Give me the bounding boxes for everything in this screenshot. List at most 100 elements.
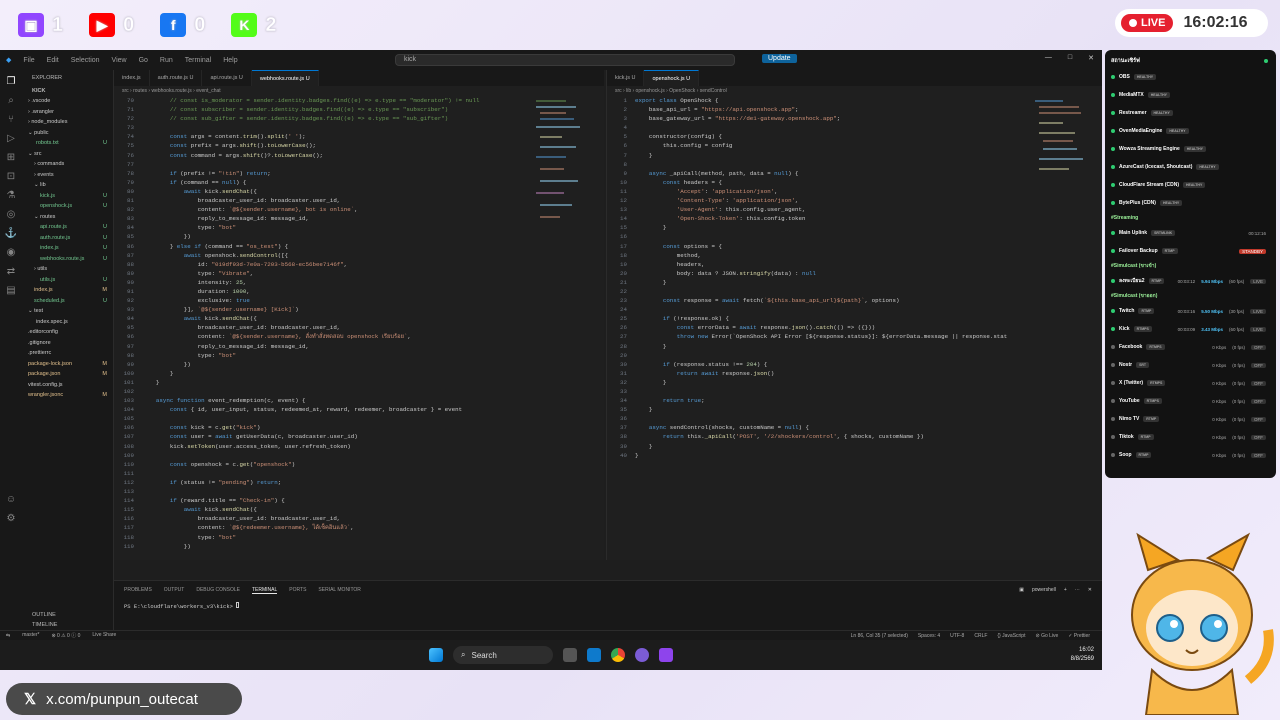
file-tree-item[interactable]: › utils bbox=[22, 264, 113, 275]
menu-selection[interactable]: Selection bbox=[65, 57, 106, 64]
file-tree-item[interactable]: ⌄ routes bbox=[22, 212, 113, 223]
service-row: OBS HEALTHY bbox=[1111, 68, 1270, 86]
terminal-shell-label[interactable]: powershell bbox=[1032, 587, 1056, 593]
explorer-root-folder[interactable]: KICK bbox=[22, 86, 113, 96]
app-taskbar-icon[interactable] bbox=[659, 648, 673, 662]
maximize-icon[interactable]: □ bbox=[1068, 54, 1072, 62]
panel-tab-terminal[interactable]: TERMINAL bbox=[251, 587, 278, 594]
explorer-icon[interactable]: ❐ bbox=[7, 76, 16, 87]
accounts-icon[interactable]: ☺ bbox=[6, 494, 16, 505]
file-tree-item[interactable]: › .wrangler bbox=[22, 107, 113, 118]
file-tree-item[interactable]: ⌄ public bbox=[22, 128, 113, 139]
menu-help[interactable]: Help bbox=[217, 57, 243, 64]
timeline-section[interactable]: TIMELINE bbox=[22, 620, 57, 630]
status-item[interactable]: Ln 86, Col 35 (7 selected) bbox=[851, 633, 908, 639]
status-item[interactable]: ✓ Prettier bbox=[1068, 633, 1090, 639]
file-tree-item[interactable]: › commands bbox=[22, 159, 113, 170]
status-item[interactable]: {} JavaScript bbox=[997, 633, 1025, 639]
panel-tab-output[interactable]: OUTPUT bbox=[164, 587, 185, 594]
file-tree-item[interactable]: › .vscode bbox=[22, 96, 113, 107]
menu-terminal[interactable]: Terminal bbox=[179, 57, 217, 64]
taskbar-clock[interactable]: 16:02 8/8/2569 bbox=[1071, 646, 1094, 664]
code-editor-left[interactable]: 70 // const is_moderator = sender.identi… bbox=[114, 96, 604, 551]
file-tree-item[interactable]: .gitignore bbox=[22, 338, 113, 349]
windows-start-icon[interactable] bbox=[429, 648, 443, 662]
file-tree-item[interactable]: ⌄ test bbox=[22, 306, 113, 317]
file-tree-item[interactable]: ⌄ src bbox=[22, 149, 113, 160]
status-item[interactable]: CRLF bbox=[974, 633, 987, 639]
file-tree-item[interactable]: scheduled.js U bbox=[22, 296, 113, 307]
editor-tab[interactable]: api.route.js U bbox=[202, 70, 252, 86]
file-tree-item[interactable]: package-lock.json M bbox=[22, 359, 113, 370]
source-control-icon[interactable]: ⑂ bbox=[8, 114, 14, 125]
task-view-icon[interactable] bbox=[563, 648, 577, 662]
file-tree-item[interactable]: wrangler.jsonc M bbox=[22, 390, 113, 401]
file-tree-item[interactable]: vitest.config.js bbox=[22, 380, 113, 391]
status-item[interactable]: Spaces: 4 bbox=[918, 633, 940, 639]
file-tree-item[interactable]: index.js M bbox=[22, 285, 113, 296]
database-icon[interactable]: ▤ bbox=[6, 285, 15, 296]
panel-tab-problems[interactable]: PROBLEMS bbox=[124, 587, 152, 594]
editor-tab[interactable]: index.js bbox=[114, 70, 150, 86]
update-button[interactable]: Update bbox=[762, 54, 797, 63]
settings-gear-icon[interactable]: ⚙ bbox=[7, 513, 16, 524]
menu-go[interactable]: Go bbox=[133, 57, 154, 64]
minimap-right[interactable] bbox=[1033, 96, 1093, 176]
file-tree-item[interactable]: webhooks.route.js U bbox=[22, 254, 113, 265]
file-tree-item[interactable]: auth.route.js U bbox=[22, 233, 113, 244]
file-tree-item[interactable]: kick.js U bbox=[22, 191, 113, 202]
status-item[interactable]: ⊘ Go Live bbox=[1035, 633, 1058, 639]
editor-tab[interactable]: auth.route.js U bbox=[150, 70, 203, 86]
gitlens-icon[interactable]: ◉ bbox=[7, 247, 16, 258]
status-item[interactable]: master* bbox=[22, 632, 39, 639]
panel-close-icon[interactable]: ✕ bbox=[1088, 587, 1092, 593]
file-tree-item[interactable]: index.js U bbox=[22, 243, 113, 254]
panel-tab-debug-console[interactable]: DEBUG CONSOLE bbox=[196, 587, 240, 594]
file-tree-item[interactable]: ⌄ lib bbox=[22, 180, 113, 191]
outline-section[interactable]: OUTLINE bbox=[22, 610, 56, 620]
file-tree-item[interactable]: openshock.js U bbox=[22, 201, 113, 212]
testing-icon[interactable]: ⚗ bbox=[7, 190, 16, 201]
command-center[interactable]: kick bbox=[395, 54, 735, 66]
editor-tab[interactable]: openshock.js U bbox=[644, 70, 700, 86]
live-share-icon[interactable]: ⇄ bbox=[7, 266, 15, 277]
close-icon[interactable]: ✕ bbox=[1088, 54, 1094, 62]
extensions-icon[interactable]: ⊞ bbox=[7, 152, 15, 163]
menu-file[interactable]: File bbox=[17, 57, 40, 64]
editor-tab[interactable]: webhooks.route.js U bbox=[251, 70, 319, 86]
search-icon[interactable]: ⌕ bbox=[8, 95, 14, 106]
status-item[interactable]: ⊗ 0 ⚠ 0 ⓘ 0 bbox=[51, 632, 80, 639]
run-debug-icon[interactable]: ▷ bbox=[7, 133, 15, 144]
minimap-left[interactable] bbox=[534, 96, 594, 226]
file-tree-item[interactable]: robots.txt U bbox=[22, 138, 113, 149]
copilot-icon[interactable]: ◎ bbox=[7, 209, 16, 220]
code-editor-right[interactable]: 1 export class OpenShock {2 base_api_url … bbox=[607, 96, 1102, 460]
panel-more-icon[interactable]: ⋯ bbox=[1075, 587, 1080, 593]
chrome-taskbar-icon[interactable] bbox=[611, 648, 625, 662]
panel-tab-ports[interactable]: PORTS bbox=[289, 587, 306, 594]
remote-status-icon[interactable]: ⇆ bbox=[6, 633, 10, 639]
editor-tab[interactable]: kick.js U bbox=[607, 70, 645, 86]
menu-run[interactable]: Run bbox=[154, 57, 179, 64]
file-tree-item[interactable]: .editorconfig bbox=[22, 327, 113, 338]
file-tree-item[interactable]: › node_modules bbox=[22, 117, 113, 128]
status-item[interactable]: UTF-8 bbox=[950, 633, 964, 639]
panel-tab-serial-monitor[interactable]: SERIAL MONITOR bbox=[318, 587, 361, 594]
file-tree-item[interactable]: › events bbox=[22, 170, 113, 181]
vscode-taskbar-icon[interactable] bbox=[587, 648, 601, 662]
status-item[interactable]: Live Share bbox=[92, 632, 116, 639]
minimize-icon[interactable]: — bbox=[1045, 54, 1052, 62]
taskbar-search[interactable]: ⌕ Search bbox=[453, 646, 553, 664]
menu-view[interactable]: View bbox=[106, 57, 133, 64]
file-tree-item[interactable]: package.json M bbox=[22, 369, 113, 380]
file-tree-item[interactable]: api.route.js U bbox=[22, 222, 113, 233]
remote-icon[interactable]: ⊡ bbox=[7, 171, 15, 182]
file-tree-item[interactable]: utils.js U bbox=[22, 275, 113, 286]
file-tree-item[interactable]: index.spec.js bbox=[22, 317, 113, 328]
obs-taskbar-icon[interactable] bbox=[635, 648, 649, 662]
file-tree-item[interactable]: .prettierrc bbox=[22, 348, 113, 359]
menu-edit[interactable]: Edit bbox=[41, 57, 65, 64]
new-terminal-icon[interactable]: + bbox=[1064, 587, 1067, 593]
terminal[interactable]: PS E:\cloudflare\workers_v3\kick> bbox=[114, 600, 1102, 612]
docker-icon[interactable]: ⚓ bbox=[5, 228, 17, 239]
